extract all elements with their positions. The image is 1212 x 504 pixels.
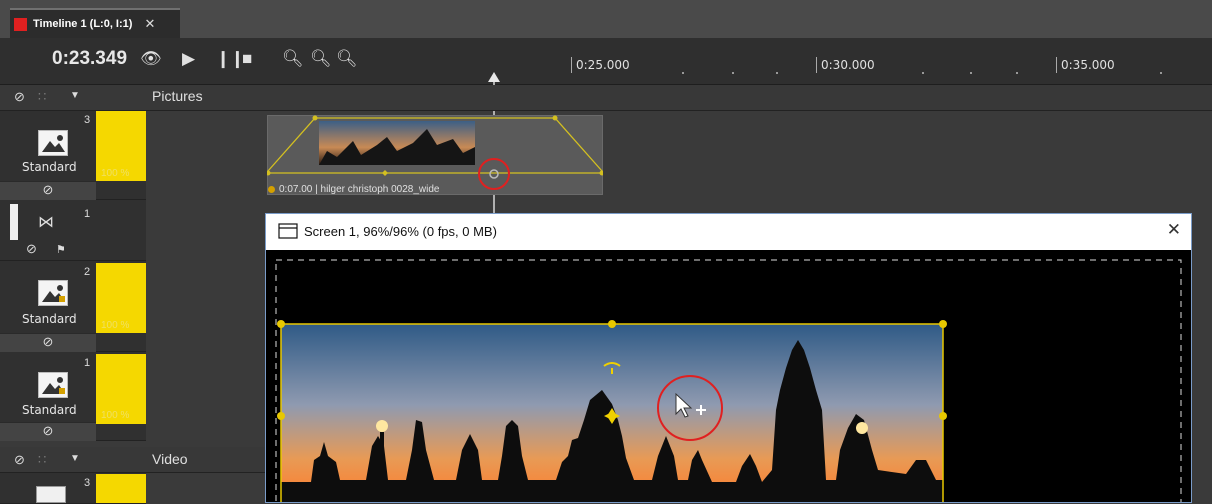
grid-icon[interactable]: ∷ [38, 452, 46, 468]
mute-button[interactable]: ⊘ [0, 422, 96, 441]
film-strip-icon [36, 486, 66, 503]
preview-image[interactable] [266, 250, 1191, 503]
group-label-video: Video [152, 451, 188, 467]
group-dropdown-icon[interactable]: ▼ [70, 90, 80, 101]
track-mode-label: Standard [22, 160, 77, 174]
track-number: 3 [84, 114, 91, 126]
clip-caption: 0:07.00 | hilger christoph 0028_wide [279, 183, 440, 195]
tab-label: Timeline 1 (L:0, I:1) [33, 18, 133, 30]
volume-percent: 100 % [101, 410, 130, 421]
group-label-pictures: Pictures [152, 88, 203, 104]
ruler-dot [732, 72, 734, 74]
screen-title: Screen 1, 96%/96% (0 fps, 0 MB) [304, 223, 497, 239]
track-number: 2 [84, 266, 91, 278]
track-number: 1 [84, 208, 91, 220]
tab-close-button[interactable]: ✕ [144, 16, 155, 32]
zoom-in-icon[interactable]: 🔍︎ [282, 49, 304, 69]
zoom-fit-icon[interactable]: 🔍︎ [310, 49, 332, 69]
track-header [0, 200, 146, 261]
tab-bar [0, 0, 1212, 39]
group-dropdown-icon[interactable]: ▼ [70, 453, 80, 464]
clip-caption-row: 0:07.00 | hilger christoph 0028_wide [268, 183, 602, 195]
clip-envelope[interactable] [267, 115, 603, 181]
timeline-tab[interactable]: Timeline 1 (L:0, I:1) ✕ [10, 8, 180, 38]
track-mode-label: Standard [22, 312, 77, 326]
clip-marker-icon [268, 185, 275, 193]
grid-icon[interactable]: ∷ [38, 89, 46, 105]
pause-icon[interactable]: ❙❙ [216, 49, 245, 69]
mute-group-icon[interactable]: ⊘ [14, 89, 25, 105]
ruler-tick: 0:25.000 [571, 57, 630, 73]
ruler-tick: 0:35.000 [1056, 57, 1115, 73]
mute-button[interactable]: ⊘ [0, 181, 96, 200]
ruler-dot [776, 72, 778, 74]
screen-close-button[interactable]: ✕ [1167, 220, 1181, 240]
mute-icon[interactable]: ⊘ [26, 241, 37, 257]
ruler-dot [922, 72, 924, 74]
volume-percent: 100 % [101, 320, 130, 331]
stop-icon[interactable]: ■ [242, 49, 252, 69]
ruler-dot [1016, 72, 1018, 74]
track-mode-label: Standard [22, 403, 77, 417]
ruler-dot [1160, 72, 1162, 74]
eye-icon[interactable]: 👁︎ [140, 49, 162, 69]
track-number: 1 [84, 357, 91, 369]
tab-color-swatch [14, 17, 27, 31]
volume-percent: 100 % [101, 168, 130, 179]
track-handle[interactable] [10, 204, 18, 240]
picture-track-icon [38, 372, 68, 398]
screen-title-bar: Screen 1, 96%/96% (0 fps, 0 MB) [278, 223, 497, 239]
flag-icon[interactable]: ⚑ [56, 243, 66, 256]
track-number: 3 [84, 477, 91, 489]
picture-track-icon [38, 130, 68, 156]
transition-icon: ⋈ [38, 214, 54, 231]
highlight-circle-icon [478, 158, 510, 190]
picture-track-icon [38, 280, 68, 306]
ruler-dot [682, 72, 684, 74]
ruler-dot [970, 72, 972, 74]
current-time: 0:23.349 [52, 48, 128, 69]
zoom-out-icon[interactable]: 🔍︎ [336, 49, 358, 69]
mute-group-icon[interactable]: ⊘ [14, 452, 25, 468]
play-icon[interactable]: ▶ [182, 49, 195, 69]
screen-preview-window[interactable]: Screen 1, 96%/96% (0 fps, 0 MB) ✕ [265, 213, 1192, 503]
preview-canvas[interactable] [266, 250, 1191, 503]
mute-button[interactable]: ⊘ [0, 333, 96, 352]
window-icon [278, 223, 298, 239]
volume-bar[interactable] [96, 474, 146, 503]
ruler-tick: 0:30.000 [816, 57, 875, 73]
